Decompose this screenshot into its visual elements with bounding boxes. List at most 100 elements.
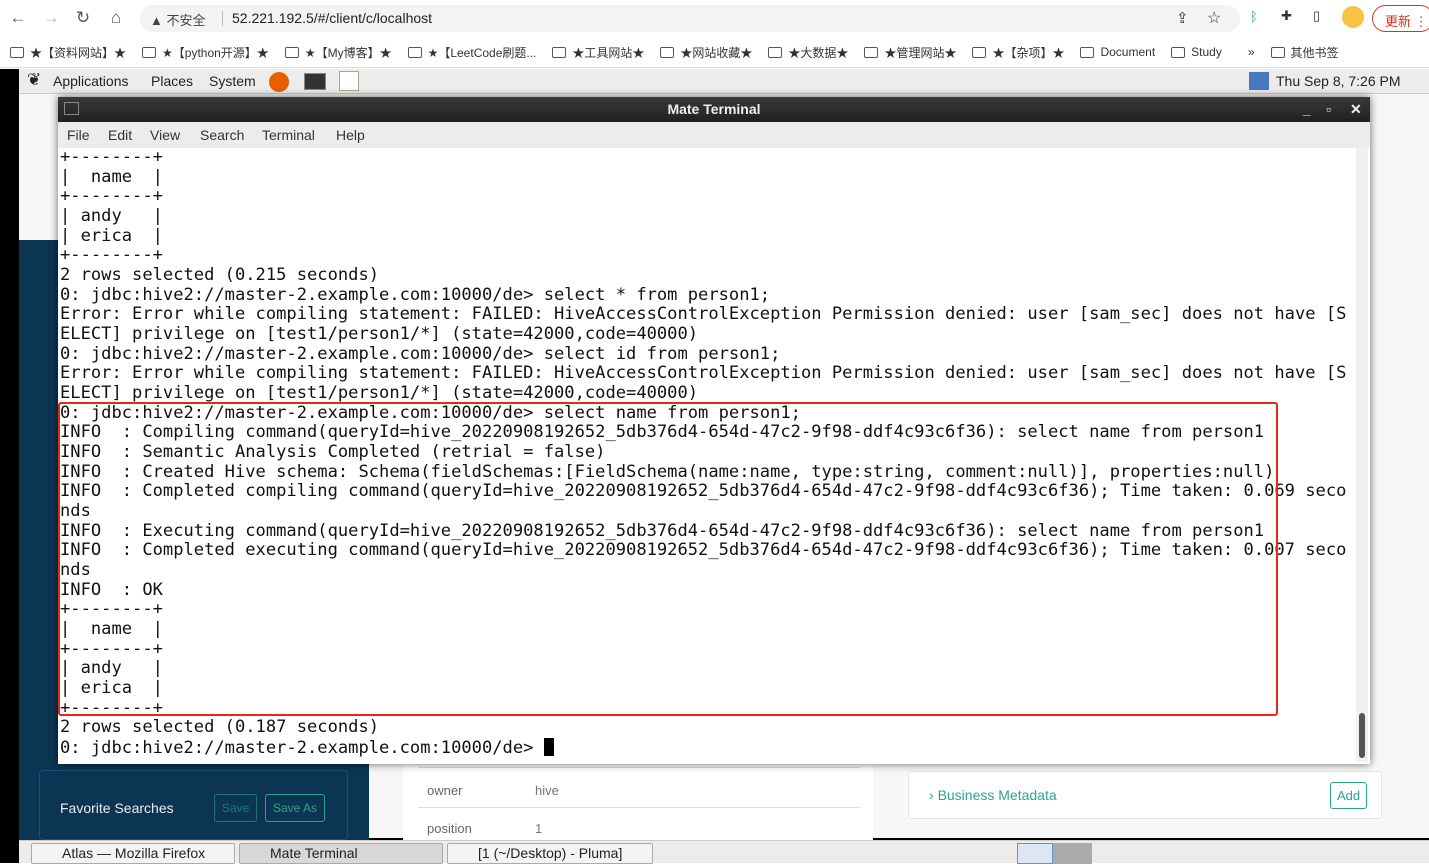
system-menu[interactable]: System	[209, 73, 256, 89]
more-bookmarks[interactable]: »	[1248, 45, 1255, 59]
terminal-menubar: File Edit View Search Terminal Help	[58, 122, 1370, 148]
bookmark-folder[interactable]: Study	[1171, 45, 1222, 59]
bookmark-label: ★大数据★	[788, 45, 849, 60]
maximize-icon[interactable]: ▫	[1326, 97, 1331, 122]
terminal-line: 2 rows selected (0.215 seconds)	[60, 265, 380, 286]
text-editor-launcher-icon[interactable]	[339, 71, 359, 91]
workspace-switcher[interactable]	[1017, 843, 1092, 864]
bookmark-folder[interactable]: ★【资料网站】★	[10, 44, 126, 61]
forward-icon[interactable]: →	[41, 8, 61, 28]
bookmark-label: ★【python开源】★	[162, 45, 269, 60]
firefox-launcher-icon[interactable]	[269, 72, 289, 92]
task-pluma[interactable]: [1 (~/Desktop) - Pluma]	[447, 843, 653, 864]
folder-icon	[972, 46, 987, 58]
task-label: Mate Terminal	[270, 845, 358, 861]
bookmark-folder[interactable]: ★【python开源】★	[142, 44, 269, 61]
update-button[interactable]: 更新 ⋮	[1372, 5, 1429, 32]
bookmark-label: ★网站收藏★	[680, 45, 753, 60]
save-as-button[interactable]: Save As	[265, 794, 326, 822]
terminal-line: 0: jdbc:hive2://master-2.example.com:100…	[60, 284, 771, 305]
bookmark-label: ★【资料网站】★	[30, 45, 127, 60]
folder-icon	[1270, 46, 1285, 58]
bookmark-folder[interactable]: ★【LeetCode刷题...	[407, 44, 537, 61]
sidebar-icon[interactable]: ▯	[1313, 8, 1320, 24]
terminal-scrollbar[interactable]	[1356, 148, 1368, 762]
scrollbar-thumb[interactable]	[1359, 713, 1365, 758]
star-icon[interactable]: ☆	[1207, 8, 1221, 28]
bookmark-label: Document	[1100, 45, 1156, 59]
terminal-launcher-icon[interactable]	[304, 73, 326, 90]
folder-icon	[407, 46, 422, 58]
address-bar[interactable]: ▲ 不安全 52.221.192.5/#/client/c/localhost …	[140, 5, 1240, 32]
save-button[interactable]: Save	[214, 794, 258, 822]
task-firefox[interactable]: Atlas — Mozilla Firefox	[31, 843, 235, 864]
workspace-1[interactable]	[1017, 843, 1053, 864]
bookmark-label: ★管理网站★	[884, 45, 957, 60]
terminal-line: Error: Error while compiling statement: …	[60, 363, 1347, 384]
terminal-line: 2 rows selected (0.187 seconds)	[60, 717, 380, 738]
applications-menu[interactable]: Applications	[53, 73, 129, 89]
more-bookmarks-label: »	[1247, 45, 1255, 59]
property-key: owner	[427, 783, 463, 798]
text-cursor	[543, 738, 554, 757]
favorite-searches-title: Favorite Searches	[60, 800, 174, 816]
close-icon[interactable]: ✕	[1350, 97, 1362, 122]
divider	[222, 11, 223, 26]
menu-view[interactable]: View	[150, 127, 180, 143]
share-icon[interactable]: ⇪	[1176, 9, 1189, 27]
menu-search[interactable]: Search	[200, 127, 244, 143]
profile-avatar[interactable]	[1342, 6, 1364, 28]
terminal-line: ELECT] privilege on [test1/person1/*] (s…	[60, 324, 699, 345]
task-terminal[interactable]: Mate Terminal	[239, 843, 443, 864]
bookmark-folder[interactable]: Document	[1080, 45, 1155, 59]
bookmark-label: 其他书签	[1290, 45, 1339, 60]
folder-icon	[660, 46, 675, 58]
bookmark-folder[interactable]: ★管理网站★	[864, 44, 956, 61]
folder-icon	[142, 46, 157, 58]
bookmark-folder[interactable]: ★【My博客】★	[284, 44, 392, 61]
bookmark-label: ★【LeetCode刷题...	[427, 45, 537, 60]
terminal-titlebar[interactable]: Mate Terminal _ ▫ ✕	[58, 97, 1370, 122]
menu-file[interactable]: File	[67, 127, 90, 143]
business-metadata-label: Business Metadata	[937, 787, 1057, 803]
bookmarks-bar: ★【资料网站】★ ★【python开源】★ ★【My博客】★ ★【LeetCod…	[0, 37, 1429, 68]
bookmark-folder[interactable]: ★网站收藏★	[660, 44, 752, 61]
terminal-app-icon	[64, 102, 79, 115]
folder-icon	[284, 46, 299, 58]
places-menu[interactable]: Places	[151, 73, 193, 89]
update-label: 更新	[1385, 14, 1412, 29]
url-text: 52.221.192.5/#/client/c/localhost	[232, 10, 433, 26]
business-metadata-panel: › Business Metadata Add	[908, 771, 1382, 819]
security-warning[interactable]: ▲ 不安全	[150, 10, 206, 29]
divider	[418, 767, 860, 768]
extension-icon[interactable]: ᛒ	[1250, 9, 1258, 24]
back-icon[interactable]: ←	[8, 8, 28, 28]
terminal-line: | andy |	[60, 206, 163, 227]
other-bookmarks[interactable]: 其他书签	[1270, 44, 1339, 61]
home-icon[interactable]: ⌂	[106, 8, 126, 28]
bookmark-folder[interactable]: ★工具网站★	[552, 44, 644, 61]
folder-icon	[768, 46, 783, 58]
terminal-line: | erica |	[60, 225, 163, 246]
menu-help[interactable]: Help	[336, 127, 365, 143]
task-label: Atlas — Mozilla Firefox	[62, 845, 206, 861]
folder-icon	[10, 46, 24, 58]
menu-edit[interactable]: Edit	[108, 127, 132, 143]
bookmark-folder[interactable]: ★大数据★	[768, 44, 848, 61]
bookmark-label: ★【杂项】★	[992, 45, 1065, 60]
add-button[interactable]: Add	[1330, 782, 1368, 809]
puzzle-icon[interactable]: ✚	[1281, 8, 1292, 24]
property-key: position	[427, 821, 472, 836]
clock[interactable]: Thu Sep 8, 7:26 PM	[1276, 73, 1401, 89]
menu-terminal[interactable]: Terminal	[262, 127, 315, 143]
terminal-line: 0: jdbc:hive2://master-2.example.com:100…	[60, 343, 781, 364]
reload-icon[interactable]: ↻	[73, 8, 93, 28]
terminal-prompt-line: 0: jdbc:hive2://master-2.example.com:100…	[60, 738, 1346, 759]
network-icon[interactable]	[1249, 72, 1269, 90]
business-metadata-toggle[interactable]: › Business Metadata	[929, 787, 1057, 803]
bookmark-folder[interactable]: ★【杂项】★	[972, 44, 1064, 61]
property-value: 1	[535, 821, 543, 836]
terminal-line: Error: Error while compiling statement: …	[60, 304, 1347, 325]
minimize-icon[interactable]: _	[1303, 97, 1311, 122]
terminal-line: | name |	[60, 166, 163, 187]
